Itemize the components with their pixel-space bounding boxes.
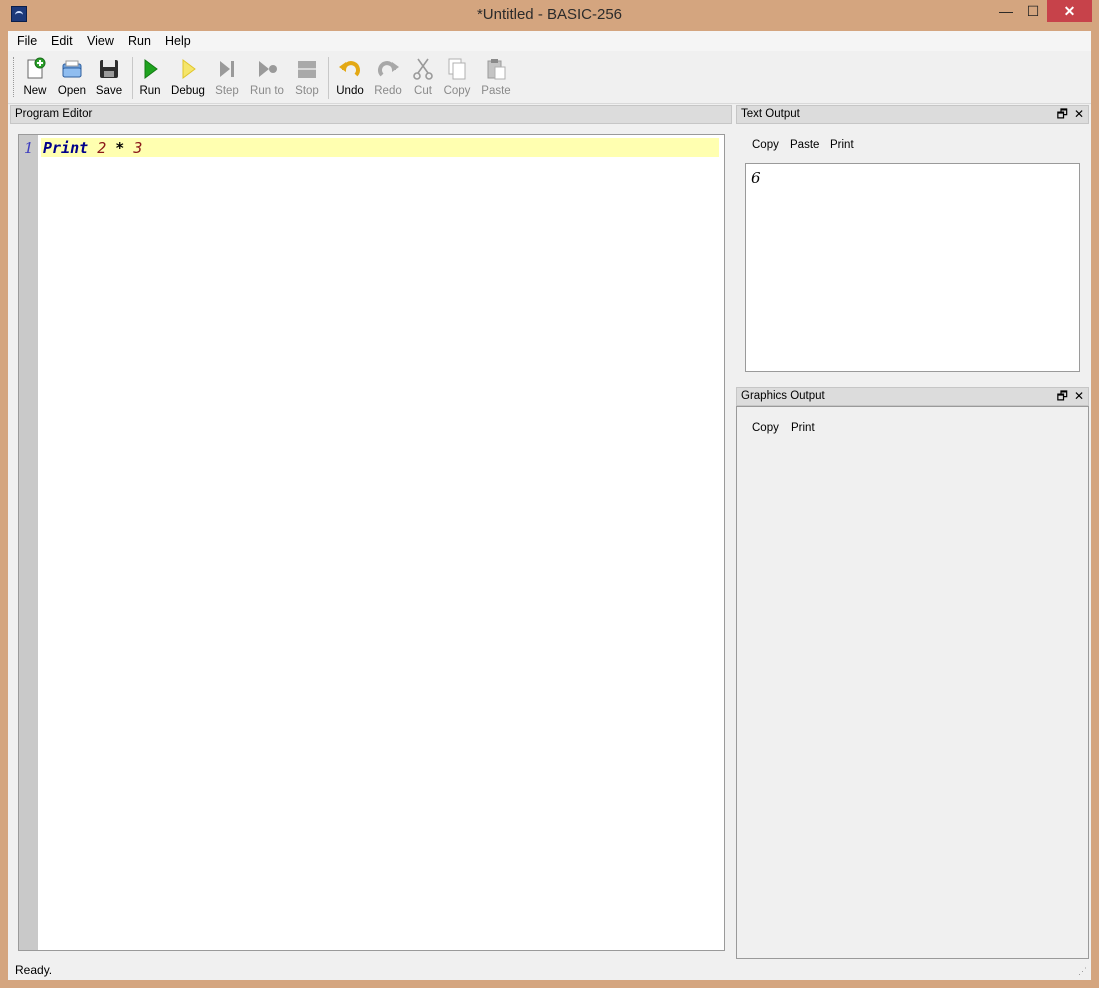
text-output-title[interactable]: Text Output 🗗 ✕ bbox=[736, 105, 1089, 124]
current-line-highlight bbox=[41, 138, 719, 157]
app-window: *Untitled - BASIC-256 — ☐ ✕ File Edit Vi… bbox=[0, 0, 1099, 988]
step-icon bbox=[220, 61, 234, 77]
paste-button[interactable]: Paste bbox=[476, 56, 516, 102]
graphics-output-area[interactable] bbox=[736, 406, 1089, 959]
program-editor-title-text: Program Editor bbox=[15, 108, 93, 120]
client-area: File Edit View Run Help New Open Save Ru… bbox=[8, 31, 1091, 980]
minimize-button[interactable]: — bbox=[992, 0, 1020, 22]
menu-view[interactable]: View bbox=[87, 34, 114, 48]
code-number: 3 bbox=[133, 139, 143, 157]
text-output-copy-button[interactable]: Copy bbox=[752, 139, 779, 151]
stop-button[interactable]: Stop bbox=[287, 56, 327, 102]
code-keyword: Print bbox=[43, 139, 89, 157]
scissors-icon bbox=[413, 58, 433, 80]
save-button[interactable]: Save bbox=[89, 56, 129, 102]
graphics-output-dock-controls: 🗗 ✕ bbox=[1051, 388, 1084, 405]
graphics-output-copy-button[interactable]: Copy bbox=[752, 422, 779, 434]
toolbar: New Open Save Run Debug Step Run to Stop… bbox=[8, 51, 1091, 104]
close-button[interactable]: ✕ bbox=[1047, 0, 1092, 22]
text-output-title-text: Text Output bbox=[741, 108, 800, 120]
graphics-output-title-text: Graphics Output bbox=[741, 390, 825, 402]
text-output-print-button[interactable]: Print bbox=[830, 139, 854, 151]
run-to-icon bbox=[259, 61, 277, 77]
close-dock-icon[interactable]: ✕ bbox=[1074, 107, 1084, 121]
paste-icon bbox=[487, 59, 506, 80]
code-editor[interactable]: 1 Print 2 * 3 bbox=[18, 134, 725, 951]
line-number-gutter bbox=[19, 135, 38, 950]
float-window-icon[interactable]: 🗗 bbox=[1057, 389, 1068, 403]
line-number: 1 bbox=[24, 139, 34, 157]
maximize-button[interactable]: ☐ bbox=[1019, 0, 1047, 22]
stop-icon bbox=[298, 61, 316, 78]
status-bar: Ready. ⋰ bbox=[8, 959, 1091, 980]
paste-label: Paste bbox=[481, 85, 511, 97]
menu-edit[interactable]: Edit bbox=[51, 34, 73, 48]
code-line[interactable]: Print 2 * 3 bbox=[43, 139, 142, 157]
undo-icon bbox=[339, 61, 360, 77]
menu-bar: File Edit View Run Help bbox=[8, 31, 1091, 51]
open-folder-icon bbox=[62, 60, 82, 78]
status-text: Ready. bbox=[15, 963, 53, 977]
code-number: 2 bbox=[97, 139, 107, 157]
text-output-paste-button[interactable]: Paste bbox=[790, 139, 819, 151]
menu-help[interactable]: Help bbox=[165, 34, 191, 48]
graphics-output-print-button[interactable]: Print bbox=[791, 422, 815, 434]
text-output-dock-controls: 🗗 ✕ bbox=[1051, 106, 1084, 123]
resize-grip-icon[interactable]: ⋰ bbox=[1078, 966, 1087, 977]
menu-file[interactable]: File bbox=[17, 34, 37, 48]
redo-icon bbox=[378, 61, 399, 77]
text-output-value: 6 bbox=[751, 169, 761, 187]
copy-icon bbox=[448, 58, 466, 80]
title-bar[interactable]: *Untitled - BASIC-256 — ☐ ✕ bbox=[0, 0, 1099, 31]
new-file-icon bbox=[27, 57, 46, 79]
code-operator: * bbox=[115, 139, 125, 157]
save-disk-icon bbox=[100, 60, 118, 78]
graphics-output-title[interactable]: Graphics Output 🗗 ✕ bbox=[736, 387, 1089, 406]
close-dock-icon[interactable]: ✕ bbox=[1074, 389, 1084, 403]
float-window-icon[interactable]: 🗗 bbox=[1057, 107, 1068, 121]
menu-run[interactable]: Run bbox=[128, 34, 151, 48]
play-icon bbox=[144, 59, 158, 79]
text-output-area[interactable]: 6 bbox=[745, 163, 1080, 372]
window-title: *Untitled - BASIC-256 bbox=[476, 6, 623, 23]
program-editor-title[interactable]: Program Editor bbox=[10, 105, 732, 124]
debug-icon bbox=[182, 59, 196, 79]
